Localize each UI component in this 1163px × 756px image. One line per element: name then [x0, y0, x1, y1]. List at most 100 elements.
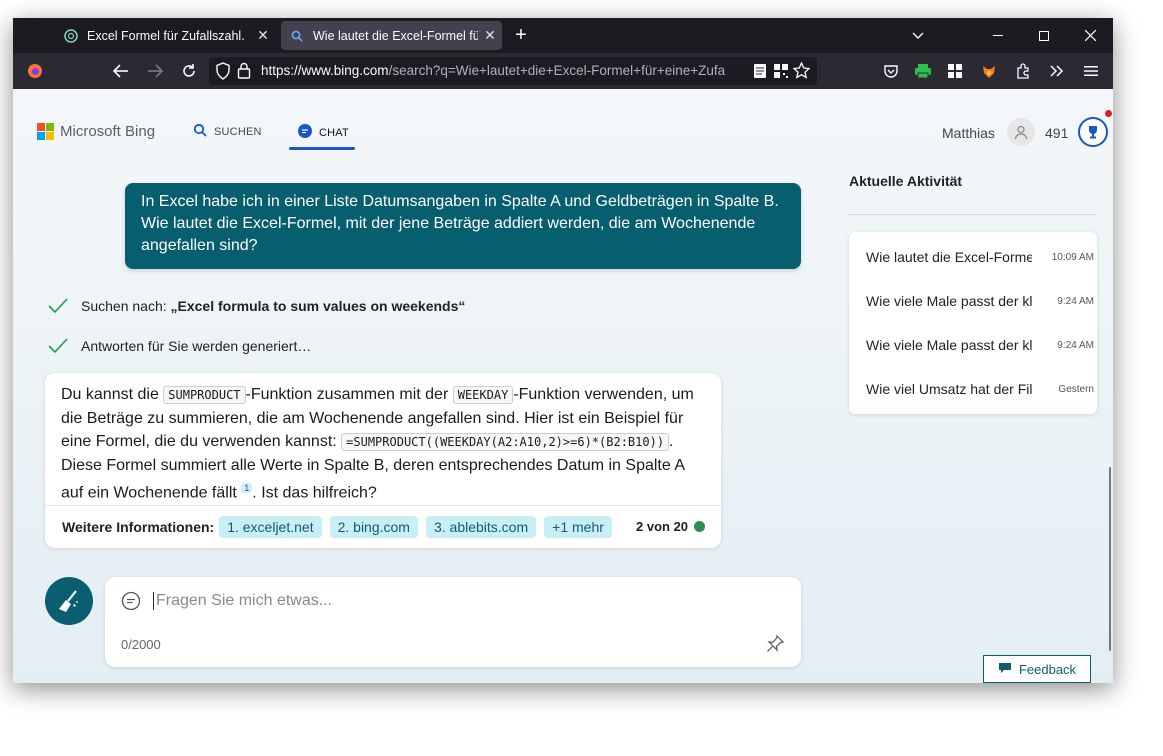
avatar[interactable]	[1007, 118, 1035, 146]
activity-title: Wie lautet die Excel-Formel für	[866, 249, 1032, 265]
status-search-query: „Excel formula to sum values on weekends…	[170, 298, 466, 314]
source-link-3[interactable]: 3. ablebits.com	[425, 516, 537, 538]
activity-title: Wie viele Male passt der kleine	[866, 337, 1032, 353]
divider	[849, 214, 1097, 215]
chat-input-box[interactable]: Fragen Sie mich etwas... 0/2000	[105, 577, 801, 667]
status-generating-text: Antworten für Sie werden generiert…	[81, 338, 312, 354]
tab-chat-label: CHAT	[319, 126, 349, 139]
activity-time: Gestern	[1058, 383, 1094, 395]
activity-title: Wie viele Male passt der kleine	[866, 293, 1032, 309]
status-generating: Antworten für Sie werden generiert…	[47, 335, 311, 357]
puzzle-extensions-icon[interactable]	[1011, 59, 1035, 83]
activity-time: 9:24 AM	[1057, 339, 1094, 351]
fox-extension-icon[interactable]	[977, 59, 1001, 83]
citation-marker[interactable]: 1	[241, 483, 253, 493]
divider	[45, 505, 721, 506]
tab-excel-formel[interactable]: Excel Formel für Zufallszahl. ✕	[55, 21, 275, 50]
chat-bubble-icon	[297, 123, 313, 142]
tab-search-label: SUCHEN	[214, 125, 262, 138]
more-sources-link[interactable]: +1 mehr	[544, 516, 612, 538]
close-tab-icon[interactable]: ✕	[251, 27, 275, 44]
feedback-label: Feedback	[1018, 661, 1077, 677]
lock-icon[interactable]	[237, 62, 251, 84]
turn-counter-text: 2 von 20	[636, 519, 689, 534]
status-search-prefix: Suchen nach:	[81, 298, 171, 314]
tracking-shield-icon[interactable]	[215, 62, 231, 85]
close-window-button[interactable]	[1067, 18, 1113, 53]
extensions-grid-icon[interactable]	[943, 59, 967, 83]
more-info-row: Weitere Informationen: 1. exceljet.net 2…	[62, 516, 620, 538]
checkmark-icon	[47, 335, 69, 357]
bing-logo[interactable]: Microsoft Bing	[37, 123, 155, 140]
active-tab-indicator	[289, 147, 355, 150]
maximize-button[interactable]	[1021, 18, 1067, 53]
navigation-toolbar: https://www.bing.com/search?q=Wie+lautet…	[13, 53, 1113, 89]
char-counter: 0/2000	[121, 637, 161, 652]
activity-item[interactable]: Wie lautet die Excel-Formel für 10:09 AM	[866, 249, 1094, 265]
firefox-icon[interactable]	[23, 59, 47, 83]
formula-code: =SUMPRODUCT((WEEKDAY(A2:A10,2)>=6)*(B2:B…	[341, 433, 670, 451]
answer-text: Du kannst die SUMPRODUCT -Funktion zusamm…	[61, 383, 709, 504]
bot-answer-card: Du kannst die SUMPRODUCT -Funktion zusamm…	[45, 373, 721, 548]
status-search: Suchen nach: „Excel formula to sum value…	[47, 295, 465, 317]
activity-title: Wie viel Umsatz hat der Film	[866, 381, 1032, 397]
activity-item[interactable]: Wie viel Umsatz hat der Film Gestern	[866, 381, 1094, 397]
user-name[interactable]: Matthias	[942, 125, 995, 141]
back-button[interactable]	[109, 59, 133, 83]
search-icon	[193, 123, 207, 140]
rewards-trophy-icon[interactable]	[1078, 117, 1108, 147]
answer-text-part: . Ist das hilfreich?	[252, 484, 377, 502]
inline-code: WEEKDAY	[452, 386, 514, 404]
turn-counter: 2 von 20	[636, 519, 706, 534]
status-dot	[694, 521, 706, 532]
hamburger-menu-icon[interactable]	[1079, 59, 1103, 83]
checkmark-icon	[47, 295, 69, 317]
tab-chat[interactable]: CHAT	[297, 123, 349, 142]
chat-input[interactable]: Fragen Sie mich etwas...	[153, 592, 332, 610]
activity-time: 10:09 AM	[1051, 251, 1094, 263]
answer-text-part: -Funktion zusammen mit der	[245, 386, 453, 403]
overflow-chevrons-icon[interactable]	[1045, 59, 1069, 83]
url-path: /search?q=Wie+lautet+die+Excel-Formel+fü…	[388, 63, 726, 78]
scrollbar[interactable]	[1109, 467, 1111, 651]
url-text: https://www.bing.com/search?q=Wie+lautet…	[261, 63, 745, 78]
new-topic-button[interactable]	[45, 577, 93, 625]
tab-list-chevron-icon[interactable]	[895, 18, 941, 53]
notification-dot	[1105, 110, 1112, 117]
chat-bubble-outline-icon	[121, 591, 141, 616]
search-icon	[289, 28, 305, 44]
answer-text-part: Du kannst die	[61, 386, 164, 403]
pin-icon[interactable]	[766, 634, 785, 658]
pocket-icon[interactable]	[879, 59, 903, 83]
recent-activity-title: Aktuelle Aktivität	[849, 173, 963, 189]
close-tab-icon[interactable]: ✕	[478, 27, 502, 44]
source-link-1[interactable]: 1. exceljet.net	[219, 516, 322, 538]
reward-points[interactable]: 491	[1045, 125, 1068, 141]
activity-time: 9:24 AM	[1057, 295, 1094, 307]
activity-item[interactable]: Wie viele Male passt der kleine 9:24 AM	[866, 337, 1094, 353]
tab-title: Wie lautet die Excel-Formel für	[313, 28, 478, 43]
new-tab-button[interactable]: +	[509, 23, 533, 47]
feedback-button[interactable]: Feedback	[983, 655, 1091, 683]
url-base: https://www.bing.com	[261, 63, 389, 78]
microsoft-logo-icon	[37, 123, 54, 140]
tab-strip: Excel Formel für Zufallszahl. ✕ Wie laut…	[13, 18, 1113, 53]
address-bar[interactable]: https://www.bing.com/search?q=Wie+lautet…	[209, 57, 817, 85]
printer-icon[interactable]	[911, 59, 935, 83]
source-link-2[interactable]: 2. bing.com	[329, 516, 418, 538]
more-info-label: Weitere Informationen:	[62, 519, 215, 535]
reader-view-icon[interactable]	[753, 63, 767, 84]
qr-code-icon[interactable]	[773, 63, 789, 84]
bookmark-star-icon[interactable]	[792, 61, 811, 84]
minimize-button[interactable]	[975, 18, 1021, 53]
user-message: In Excel habe ich in einer Liste Datumsa…	[125, 183, 801, 269]
tab-bing-chat[interactable]: Wie lautet die Excel-Formel für ✕	[281, 21, 502, 50]
openai-icon	[63, 28, 79, 44]
browser-window: Excel Formel für Zufallszahl. ✕ Wie laut…	[13, 18, 1113, 683]
forward-button[interactable]	[143, 59, 167, 83]
tab-search[interactable]: SUCHEN	[193, 123, 262, 140]
activity-item[interactable]: Wie viele Male passt der kleine 9:24 AM	[866, 293, 1094, 309]
tab-title: Excel Formel für Zufallszahl.	[87, 28, 245, 43]
bing-chat-page: Microsoft Bing SUCHEN CHAT Matthias 491 …	[13, 89, 1113, 683]
reload-button[interactable]	[177, 59, 201, 83]
